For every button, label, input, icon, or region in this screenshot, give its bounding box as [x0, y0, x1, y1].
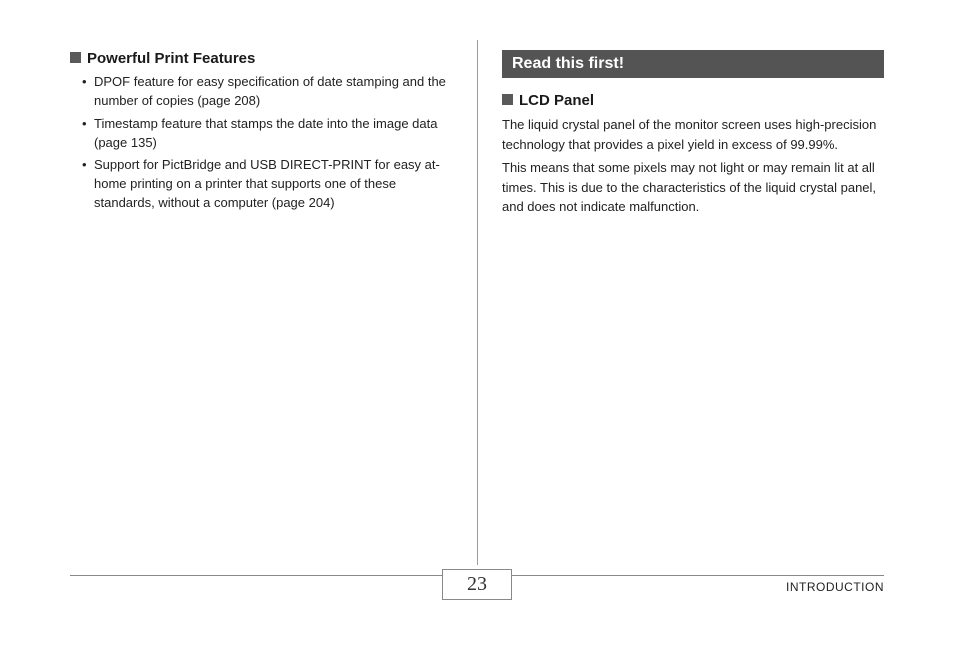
left-heading: Powerful Print Features: [70, 50, 452, 67]
right-column: Read this first! LCD Panel The liquid cr…: [477, 50, 884, 217]
right-heading: LCD Panel: [502, 92, 884, 109]
read-first-banner: Read this first!: [502, 50, 884, 78]
content-columns: Powerful Print Features DPOF feature for…: [70, 50, 884, 217]
banner-text: Read this first!: [512, 55, 624, 72]
section-label: INTRODUCTION: [786, 580, 884, 594]
page-number-box: 23: [442, 569, 512, 600]
left-column: Powerful Print Features DPOF feature for…: [70, 50, 477, 217]
left-heading-text: Powerful Print Features: [87, 50, 255, 67]
feature-bullet: DPOF feature for easy specification of d…: [82, 73, 452, 111]
right-heading-text: LCD Panel: [519, 92, 594, 109]
lcd-paragraph-2: This means that some pixels may not ligh…: [502, 158, 884, 217]
feature-bullet: Support for PictBridge and USB DIRECT-PR…: [82, 156, 452, 213]
square-bullet-icon: [502, 94, 513, 105]
feature-bullet: Timestamp feature that stamps the date i…: [82, 115, 452, 153]
square-bullet-icon: [70, 52, 81, 63]
lcd-paragraph-1: The liquid crystal panel of the monitor …: [502, 115, 884, 154]
feature-bullet-list: DPOF feature for easy specification of d…: [70, 73, 452, 213]
document-page: Powerful Print Features DPOF feature for…: [0, 0, 954, 646]
page-number: 23: [467, 573, 487, 595]
